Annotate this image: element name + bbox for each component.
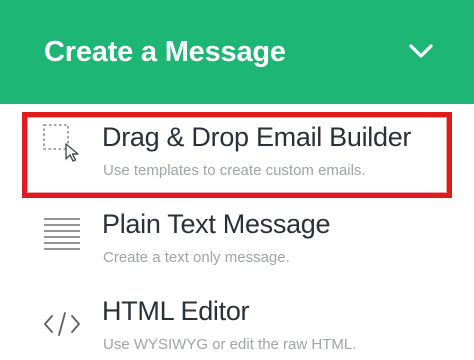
menu-item-title: HTML Editor <box>102 296 250 326</box>
menu-item-title: Drag & Drop Email Builder <box>102 122 412 152</box>
chevron-down-icon[interactable] <box>408 43 434 61</box>
menu-item-drag-drop-builder[interactable]: Drag & Drop Email Builder Use templates … <box>0 104 474 192</box>
menu-item-description: Use WYSIWYG or edit the raw HTML. <box>103 336 357 353</box>
create-message-panel: Create a Message Drag & Drop Email Build… <box>0 0 474 360</box>
menu-item-html-editor[interactable]: HTML Editor Use WYSIWYG or edit the raw … <box>0 290 474 360</box>
create-message-header[interactable]: Create a Message <box>0 0 474 104</box>
menu-item-description: Use templates to create custom emails. <box>103 162 366 179</box>
menu-item-title: Plain Text Message <box>102 209 331 239</box>
plain-text-icon <box>44 218 80 250</box>
drag-drop-icon <box>43 124 79 162</box>
header-title: Create a Message <box>44 35 286 68</box>
code-icon <box>44 312 80 336</box>
menu-item-description: Create a text only message. <box>103 249 290 266</box>
menu-item-plain-text[interactable]: Plain Text Message Create a text only me… <box>0 199 474 287</box>
